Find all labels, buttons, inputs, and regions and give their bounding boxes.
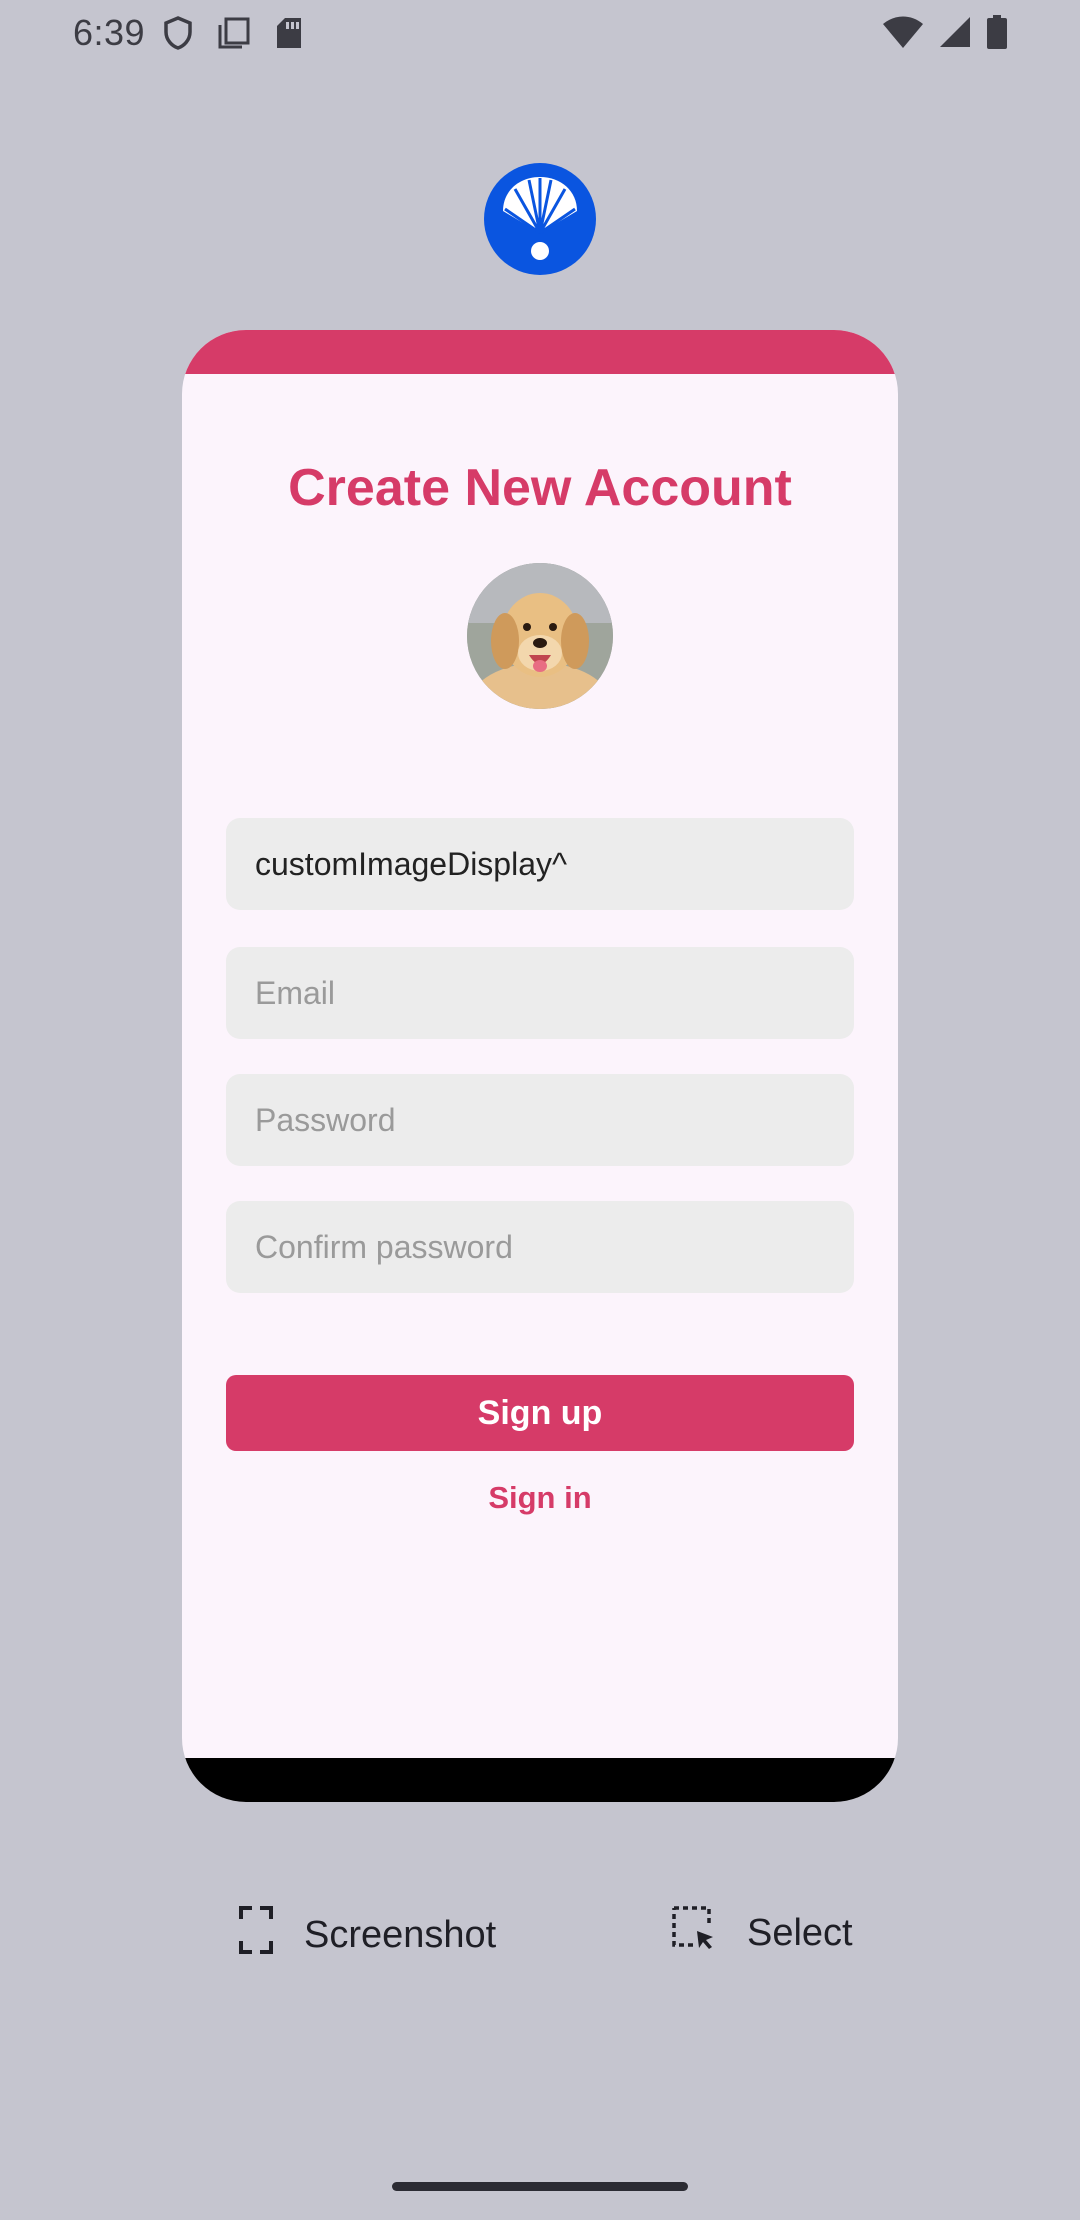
select-icon: [671, 1905, 717, 1961]
status-time: 6:39: [73, 12, 146, 53]
password-input[interactable]: [255, 1101, 854, 1139]
confirm-password-input[interactable]: [255, 1228, 854, 1266]
shield-icon: [163, 16, 193, 50]
password-field[interactable]: [226, 1074, 854, 1166]
home-indicator[interactable]: [392, 2182, 688, 2191]
avatar[interactable]: [467, 563, 613, 709]
email-input[interactable]: [255, 974, 854, 1012]
battery-icon: [986, 14, 1008, 50]
card-bottom-band: [182, 1758, 898, 1802]
username-input[interactable]: [255, 845, 854, 883]
status-right-icons: [882, 14, 1008, 50]
screenshot-button[interactable]: Screenshot: [238, 1905, 496, 1965]
signup-button[interactable]: Sign up: [226, 1375, 854, 1451]
status-left-icons: [163, 16, 303, 50]
wifi-icon: [882, 15, 924, 49]
select-label: Select: [747, 1911, 853, 1954]
confirm-password-field[interactable]: [226, 1201, 854, 1293]
select-button[interactable]: Select: [671, 1905, 853, 1961]
screenshot-icon: [238, 1905, 274, 1965]
sd-card-icon: [275, 16, 303, 50]
signin-link[interactable]: Sign in: [182, 1480, 898, 1516]
username-field[interactable]: [226, 818, 854, 910]
page-title: Create New Account: [288, 459, 792, 517]
dog-avatar: [467, 563, 613, 709]
email-field[interactable]: [226, 947, 854, 1039]
status-bar: 6:39: [0, 0, 1080, 66]
signup-card: Create New Account Sign up Sign in: [182, 330, 898, 1802]
cellular-icon: [938, 15, 972, 49]
card-top-band: [182, 330, 898, 374]
shell-icon: [497, 171, 583, 268]
screenshot-label: Screenshot: [304, 1913, 497, 1956]
copy-icon: [217, 16, 251, 50]
app-logo: [484, 163, 596, 275]
